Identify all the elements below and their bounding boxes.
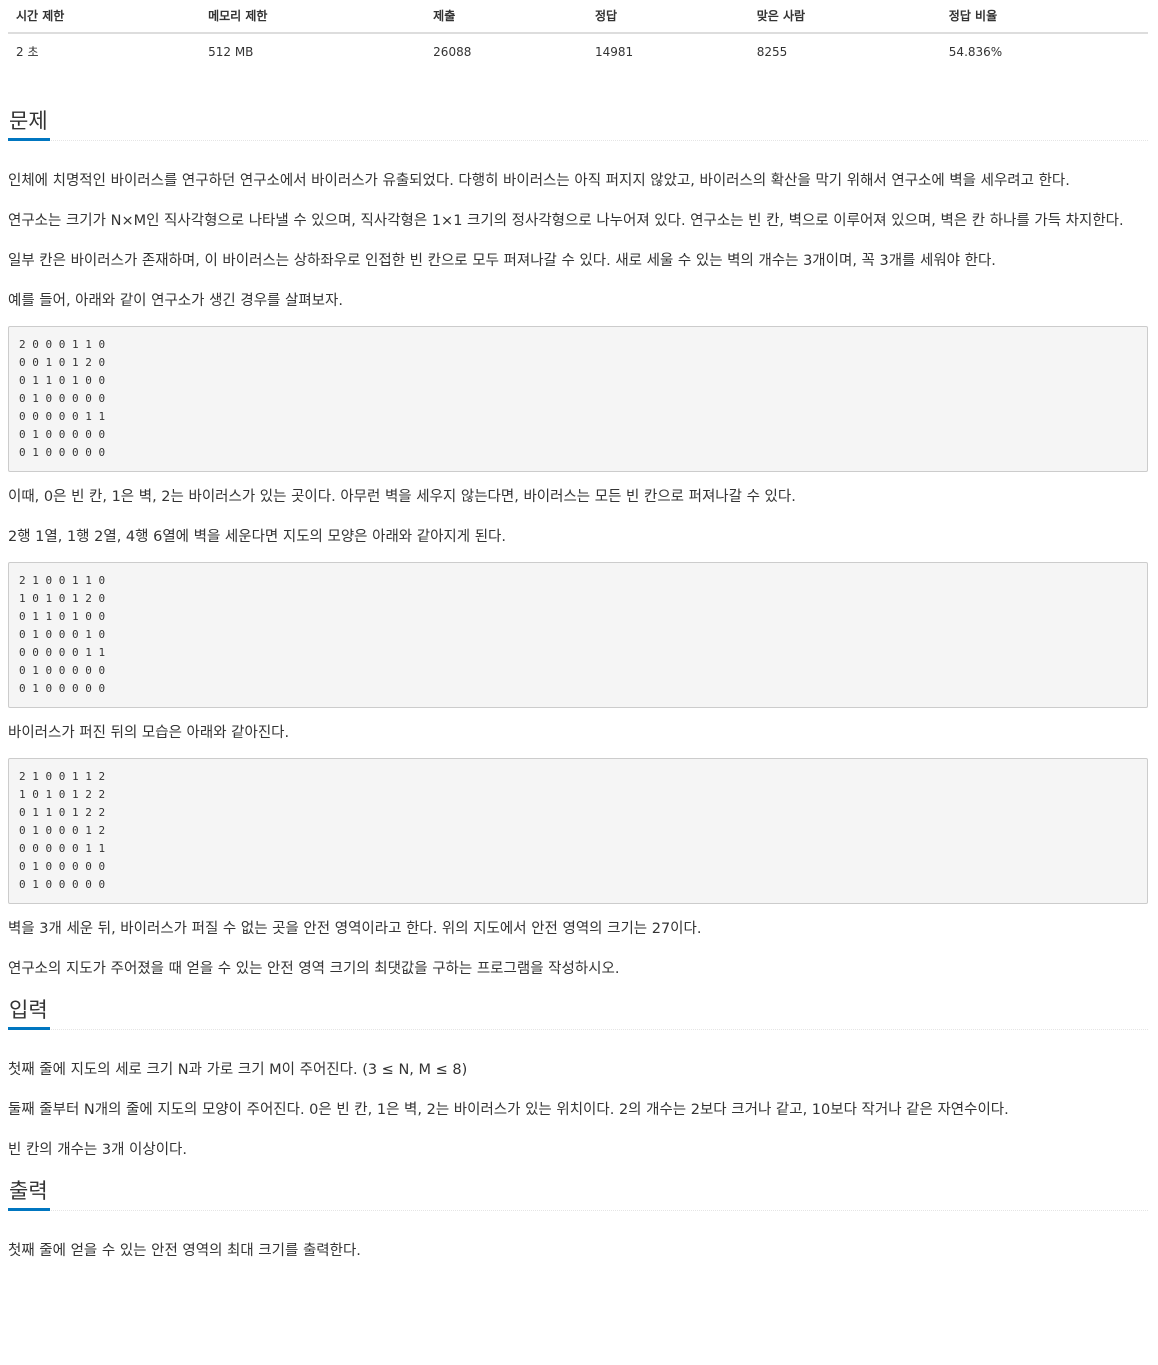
header-ratio: 정답 비율 (940, 0, 1148, 34)
paragraph: 연구소의 지도가 주어졌을 때 얻을 수 있는 안전 영역 크기의 최댓값을 구… (8, 961, 620, 977)
paragraph: 예를 들어, 아래와 같이 연구소가 생긴 경우를 살펴보자. (8, 293, 343, 309)
paragraph: 일부 칸은 바이러스가 존재하며, 이 바이러스는 상하좌우로 인접한 빈 칸으… (8, 253, 996, 269)
problem-info-table: 시간 제한 메모리 제한 제출 정답 맞은 사람 정답 비율 2 초 512 M… (8, 0, 1148, 69)
paragraph: 첫째 줄에 얻을 수 있는 안전 영역의 최대 크기를 출력한다. (8, 1243, 361, 1259)
header-accepted: 정답 (586, 0, 749, 34)
solvers-value: 8255 (756, 44, 788, 59)
code-block: 2 1 0 0 1 1 0 1 0 1 0 1 2 0 0 1 1 0 1 0 … (8, 562, 1148, 708)
paragraph: 빈 칸의 개수는 3개 이상이다. (8, 1142, 188, 1158)
output-section: 출력 첫째 줄에 얻을 수 있는 안전 영역의 최대 크기를 출력한다. (8, 1177, 1148, 1266)
accepted-value: 14981 (594, 44, 634, 59)
time-limit-value: 2 초 (16, 45, 39, 59)
paragraph: 인체에 치명적인 바이러스를 연구하던 연구소에서 바이러스가 유출되었다. 다… (8, 173, 1070, 189)
header-submissions: 제출 (425, 0, 587, 34)
paragraph: 연구소는 크기가 N×M인 직사각형으로 나타낼 수 있으며, 직사각형은 1×… (8, 213, 1124, 229)
header-solvers: 맞은 사람 (748, 0, 941, 34)
section-title: 문제 (8, 109, 50, 141)
section-title: 입력 (8, 998, 50, 1030)
paragraph: 둘째 줄부터 N개의 줄에 지도의 모양이 주어진다. 0은 빈 칸, 1은 벽… (8, 1102, 1009, 1118)
ratio-value: 54.836% (948, 44, 1003, 59)
input-section: 입력 첫째 줄에 지도의 세로 크기 N과 가로 크기 M이 주어진다. (3 … (8, 996, 1148, 1165)
code-block: 2 0 0 0 1 1 0 0 0 1 0 1 2 0 0 1 1 0 1 0 … (8, 326, 1148, 472)
paragraph: 이때, 0은 빈 칸, 1은 벽, 2는 바이러스가 있는 곳이다. 아무런 벽… (8, 489, 796, 505)
paragraph: 벽을 3개 세운 뒤, 바이러스가 퍼질 수 없는 곳을 안전 영역이라고 한다… (8, 921, 702, 937)
paragraph: 바이러스가 퍼진 뒤의 모습은 아래와 같아진다. (8, 725, 290, 741)
problem-section: 문제 인체에 치명적인 바이러스를 연구하던 연구소에서 바이러스가 유출되었다… (8, 107, 1148, 984)
header-time-limit: 시간 제한 (8, 0, 201, 34)
header-memory-limit: 메모리 제한 (200, 0, 426, 34)
paragraph: 첫째 줄에 지도의 세로 크기 N과 가로 크기 M이 주어진다. (3 ≤ N… (8, 1062, 468, 1078)
memory-limit-value: 512 MB (208, 44, 254, 59)
paragraph: 2행 1열, 1행 2열, 4행 6열에 벽을 세운다면 지도의 모양은 아래와… (8, 529, 507, 545)
table-row: 2 초 512 MB 26088 14981 8255 54.836% (8, 33, 1148, 69)
code-block: 2 1 0 0 1 1 2 1 0 1 0 1 2 2 0 1 1 0 1 2 … (8, 758, 1148, 904)
submissions-value: 26088 (433, 44, 472, 59)
section-title: 출력 (8, 1179, 50, 1211)
